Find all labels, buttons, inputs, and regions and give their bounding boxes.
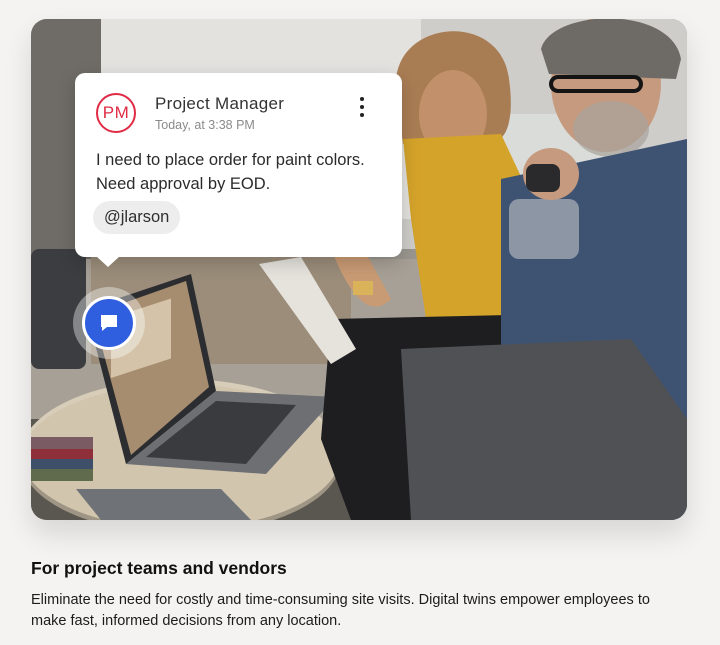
comment-author: Project Manager (155, 94, 285, 113)
more-options-icon[interactable] (354, 95, 370, 119)
menu-dot (360, 97, 364, 101)
avatar: PM (96, 93, 136, 133)
comment-icon (101, 315, 117, 331)
comment-card: PM Project Manager Today, at 3:38 PM I n… (75, 73, 402, 257)
mention-tag[interactable]: @jlarson (93, 201, 181, 234)
comment-message: I need to place order for paint colors. … (96, 151, 365, 193)
comment-pin-badge (82, 296, 136, 350)
comment-card-pointer (96, 256, 120, 267)
section-description: Eliminate the need for costly and time-c… (31, 592, 650, 629)
section-title: For project teams and vendors (31, 558, 287, 578)
menu-dot (360, 105, 364, 109)
comment-pin-button[interactable] (73, 287, 145, 359)
comment-timestamp: Today, at 3:38 PM (155, 118, 255, 132)
menu-dot (360, 113, 364, 117)
